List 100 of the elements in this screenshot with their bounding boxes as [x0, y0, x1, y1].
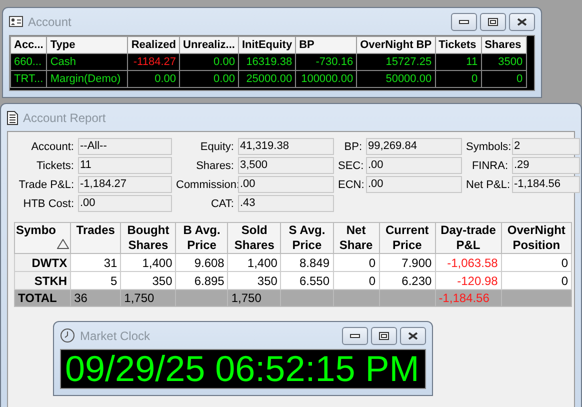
minimize-icon: [459, 20, 469, 24]
column-header[interactable]: OverNight Position: [501, 222, 572, 254]
column-header[interactable]: Unrealiz...: [180, 36, 238, 54]
minimize-button[interactable]: [451, 12, 477, 30]
table-cell: 0: [481, 70, 526, 88]
row-header: STKH: [14, 272, 71, 290]
field-label: SEC:: [338, 160, 362, 172]
maximize-icon: [488, 18, 498, 26]
column-header[interactable]: Trades: [70, 222, 121, 254]
window-title: Account Report: [23, 110, 107, 124]
table-cell: 0.00: [180, 54, 238, 70]
table-cell: 31: [70, 254, 121, 272]
close-button[interactable]: [400, 326, 426, 344]
value-field: -1,184.56: [512, 176, 580, 193]
value-field: -1,184.27: [78, 176, 172, 193]
table-cell: 0: [435, 70, 482, 88]
value-field: .29: [512, 157, 580, 174]
field-label: Trade P&L:: [18, 178, 74, 190]
field-label: ECN:: [338, 178, 362, 190]
column-header[interactable]: Bought Shares: [120, 222, 176, 254]
table-cell: 350: [228, 272, 281, 290]
total-cell: -1,184.56: [435, 290, 502, 306]
close-button[interactable]: [509, 12, 535, 30]
total-cell: [333, 290, 380, 306]
column-header[interactable]: Net Share: [333, 222, 380, 254]
column-header[interactable]: OverNight BP: [356, 36, 436, 54]
column-header[interactable]: Sold Shares: [228, 222, 281, 254]
table-cell: 15727.25: [356, 54, 436, 70]
field-label: FINRA:: [470, 160, 508, 172]
column-header[interactable]: Acc...: [10, 36, 47, 54]
maximize-button[interactable]: [371, 326, 397, 344]
column-header[interactable]: Tickets: [435, 36, 482, 54]
column-header[interactable]: Current Price: [379, 222, 436, 254]
column-header[interactable]: Type: [46, 36, 128, 54]
column-header[interactable]: BP: [296, 36, 357, 54]
field-label: CAT:: [210, 198, 234, 210]
table-cell: -1184.27: [128, 54, 180, 70]
column-header[interactable]: Symbo: [14, 222, 71, 254]
value-field: 99,269.84: [366, 138, 462, 155]
total-cell: 1,750: [228, 290, 281, 306]
window-title: Account: [28, 14, 72, 28]
table-cell: -1,063.58: [435, 254, 502, 272]
field-label: Account:: [30, 140, 74, 152]
field-label: HTB Cost:: [22, 198, 74, 210]
field-label: Shares:: [195, 160, 234, 172]
maximize-icon: [379, 332, 389, 340]
value-field: 11: [78, 157, 172, 174]
minimize-icon: [350, 334, 360, 338]
maximize-button[interactable]: [480, 12, 506, 30]
column-header[interactable]: Day-trade P&L: [435, 222, 502, 254]
table-cell: 5: [70, 272, 121, 290]
field-label: Net P&L:: [466, 178, 508, 190]
clock-time: 09/29/25 06:52:15 PM: [65, 350, 420, 388]
table-cell: Cash: [46, 54, 128, 70]
table-cell: -120.98: [435, 272, 502, 290]
value-field: --All--: [78, 138, 172, 155]
table-cell: 0: [501, 254, 572, 272]
table-cell: 6.230: [379, 272, 436, 290]
table-cell: 6.550: [280, 272, 334, 290]
value-field: 41,319.38: [238, 138, 334, 155]
table-cell: 350: [120, 272, 176, 290]
table-cell: 50000.00: [356, 70, 436, 88]
value-field: 2: [512, 138, 580, 155]
total-cell: [280, 290, 334, 306]
table-cell: 25000.00: [238, 70, 296, 88]
field-label: BP:: [343, 140, 362, 152]
table-cell: 9.608: [176, 254, 228, 272]
table-cell: 7.900: [379, 254, 436, 272]
table-cell: 1,400: [228, 254, 281, 272]
document-icon: [7, 110, 18, 124]
close-icon: [517, 18, 527, 26]
column-header[interactable]: Realized: [128, 36, 180, 54]
sort-triangle-icon: [57, 239, 70, 249]
column-header[interactable]: InitEquity: [238, 36, 296, 54]
field-label: Symbols:: [466, 140, 508, 152]
table-cell: 11: [435, 54, 482, 70]
total-label: TOTAL: [14, 290, 71, 306]
value-field: .00: [366, 176, 462, 193]
value-field: 3,500: [238, 157, 334, 174]
table-cell: 1,400: [120, 254, 176, 272]
table-cell: 3500: [481, 54, 526, 70]
table-cell: 0: [501, 272, 572, 290]
total-cell: 36: [70, 290, 121, 306]
column-header[interactable]: S Avg. Price: [280, 222, 334, 254]
table-cell: 6.895: [176, 272, 228, 290]
table-cell: 0.00: [128, 70, 180, 88]
value-field: .00: [366, 157, 462, 174]
table-cell: Margin(Demo): [46, 70, 128, 88]
value-field: .00: [238, 176, 334, 193]
total-cell: 1,750: [120, 290, 176, 306]
window-title: Market Clock: [80, 328, 152, 342]
column-header[interactable]: Shares: [481, 36, 526, 54]
total-cell: [379, 290, 436, 306]
id-card-icon: [9, 16, 23, 27]
minimize-button[interactable]: [342, 326, 368, 344]
clock-icon: [60, 328, 75, 343]
total-cell: [176, 290, 228, 306]
close-icon: [408, 332, 418, 340]
table-cell: 660...: [10, 54, 47, 70]
column-header[interactable]: B Avg. Price: [176, 222, 228, 254]
